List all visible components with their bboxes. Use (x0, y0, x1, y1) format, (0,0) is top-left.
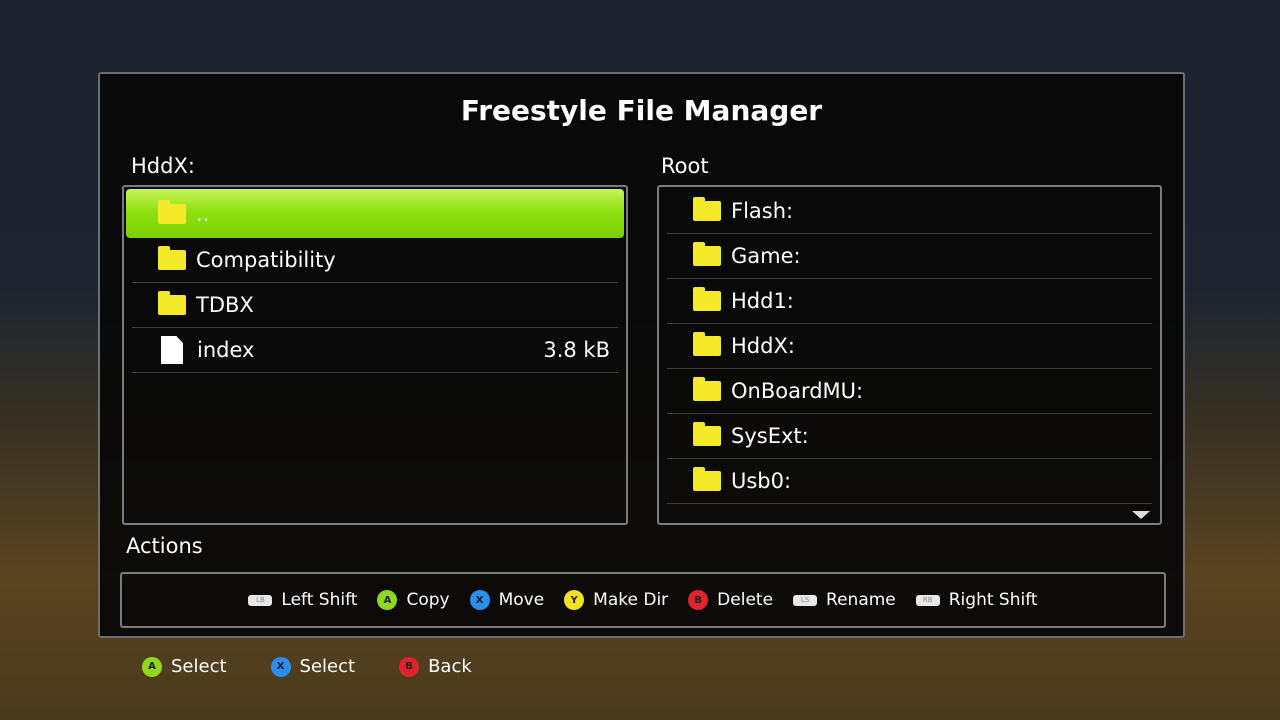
item-name: .. (196, 201, 210, 226)
hint-label: Make Dir (593, 590, 669, 610)
drive-list-item[interactable]: SysExt: (667, 414, 1152, 459)
rb-button-icon: RB (915, 594, 940, 606)
file-icon (161, 336, 183, 364)
file-list-item[interactable]: index 3.8 kB (132, 328, 618, 373)
right-panel-label: Root (661, 154, 709, 178)
button-hint-select[interactable]: X Select (270, 656, 356, 677)
hint-label: Right Shift (948, 590, 1038, 610)
scroll-down-arrow-icon[interactable] (1132, 511, 1150, 519)
folder-icon (158, 291, 186, 315)
button-hint-make-dir[interactable]: Y Make Dir (564, 590, 668, 610)
hint-label: Copy (406, 590, 450, 610)
item-name: Hdd1: (731, 289, 794, 313)
item-name: Usb0: (731, 469, 792, 493)
folder-icon (693, 287, 721, 311)
hint-label: Left Shift (281, 590, 358, 610)
folder-icon (158, 246, 186, 270)
button-hint-right-shift[interactable]: RB Right Shift (915, 590, 1038, 610)
lb-button-icon: LB (248, 594, 273, 606)
button-hint-back[interactable]: B Back (399, 656, 472, 677)
hint-label: Delete (717, 590, 774, 610)
ls-button-icon: LS (793, 594, 818, 606)
item-size: 3.8 kB (543, 338, 610, 362)
hint-label: Move (498, 590, 545, 610)
a-button-icon: A (142, 656, 162, 677)
right-file-list[interactable]: Flash: Game: Hdd1: HddX: OnBoardMU: SysExt: Us… (657, 185, 1162, 525)
drive-list-item[interactable]: HddX: (667, 324, 1152, 369)
drive-list-item[interactable]: Hdd1: (667, 279, 1152, 324)
drive-list-item[interactable]: OnBoardMU: (667, 369, 1152, 414)
file-list-item[interactable]: .. (126, 189, 624, 238)
dialog-title: Freestyle File Manager (460, 94, 823, 127)
folder-icon (693, 422, 721, 446)
button-hint-delete[interactable]: B Delete (688, 590, 773, 610)
button-hint-copy[interactable]: A Copy (377, 590, 450, 610)
button-hint-select[interactable]: A Select (142, 656, 227, 677)
folder-icon (693, 377, 721, 401)
item-name: TDBX (196, 293, 254, 317)
hint-label: Select (299, 656, 356, 677)
drive-list-item[interactable]: Game: (667, 234, 1152, 279)
folder-icon (693, 332, 721, 356)
actions-label: Actions (126, 534, 203, 558)
actions-bar: LB Left Shift A Copy X Move Y Make Dir B Delete LS… (120, 572, 1166, 628)
b-button-icon: B (688, 590, 709, 610)
drive-list-item[interactable]: Usb0: (667, 459, 1152, 504)
file-list-item[interactable]: TDBX (132, 283, 618, 328)
item-name: Game: (731, 244, 801, 268)
footer-hints: A Select X Select B Back (142, 656, 516, 677)
left-panel-label: HddX: (131, 154, 195, 178)
drive-list-item[interactable]: Flash: (667, 189, 1152, 234)
button-hint-move[interactable]: X Move (469, 590, 545, 610)
item-name: SysExt: (731, 424, 809, 448)
folder-icon (158, 199, 186, 224)
x-button-icon: X (270, 656, 291, 677)
folder-icon (693, 467, 721, 491)
item-name: Flash: (731, 199, 794, 223)
file-manager-dialog: Freestyle File Manager HddX: .. Compatibi… (98, 72, 1185, 638)
hint-label: Back (428, 656, 472, 677)
x-button-icon: X (469, 590, 490, 610)
folder-icon (693, 197, 721, 221)
button-hint-left-shift[interactable]: LB Left Shift (248, 590, 357, 610)
item-name: OnBoardMU: (731, 379, 864, 403)
b-button-icon: B (399, 656, 420, 677)
item-name: index (197, 338, 255, 362)
item-name: HddX: (731, 334, 795, 358)
folder-icon (693, 242, 721, 266)
hint-label: Rename (826, 590, 896, 610)
file-list-item[interactable]: Compatibility (132, 238, 618, 283)
left-file-list[interactable]: .. Compatibility TDBX index 3.8 kB (122, 185, 628, 525)
y-button-icon: Y (564, 590, 585, 610)
a-button-icon: A (377, 590, 398, 610)
item-name: Compatibility (196, 248, 336, 272)
button-hint-rename[interactable]: LS Rename (793, 590, 896, 610)
hint-label: Select (171, 656, 227, 677)
